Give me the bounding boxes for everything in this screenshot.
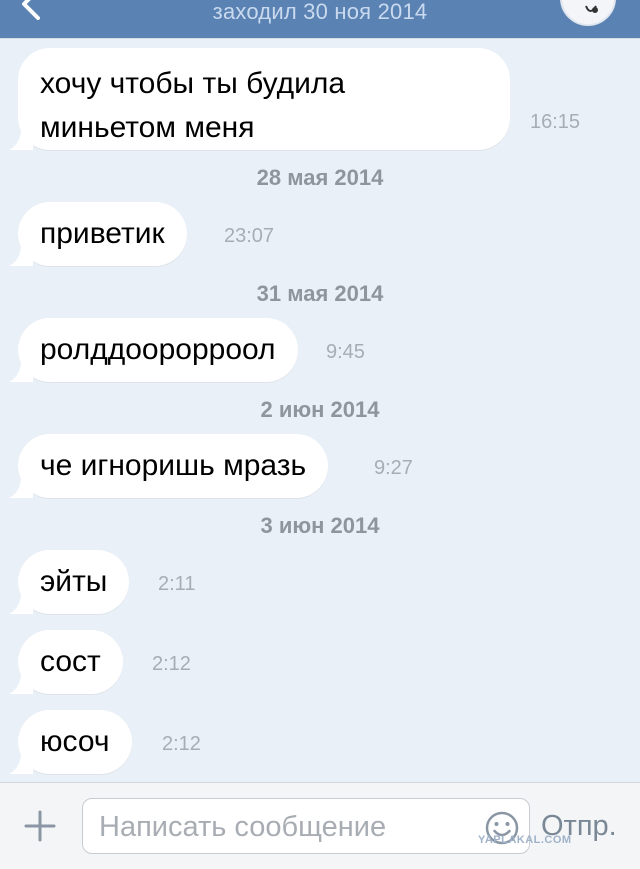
watermark: YAPLAKAL.COM [478, 834, 572, 846]
message-text: приветик [40, 217, 165, 250]
message-item: ролддоорорроол 9:45 [0, 318, 640, 388]
date-separator: 31 мая 2014 [256, 281, 384, 306]
last-seen-status: заходил 30 ноя 2014 [212, 0, 428, 24]
message-time: 16:15 [530, 111, 581, 133]
message-item: хочу чтобы ты будила миньетом меня 16:15 [0, 48, 640, 152]
message-item: приветик 23:07 [0, 202, 640, 272]
message-time: 2:12 [152, 653, 191, 675]
message-text-line: миньетом меня [40, 111, 255, 144]
date-separator: 3 июн 2014 [260, 513, 380, 538]
message-list[interactable]: хочу чтобы ты будила миньетом меня 16:15… [0, 38, 640, 782]
message-text: че игноришь мразь [40, 449, 307, 482]
bubble-tail [9, 592, 33, 614]
message-time: 9:27 [374, 457, 413, 479]
message-text: сост [40, 645, 101, 678]
date-separator: 28 мая 2014 [256, 165, 384, 190]
input-placeholder: Написать сообщение [99, 811, 387, 843]
message-bubble[interactable]: эйты [9, 550, 130, 614]
message-text-line: хочу чтобы ты будила [40, 67, 346, 100]
message-bubble[interactable]: юсоч [9, 710, 132, 774]
bubble-tail [9, 672, 33, 694]
message-item: сост 2:12 [0, 630, 640, 700]
bubble-tail [9, 476, 33, 498]
message-text: юсоч [40, 725, 110, 758]
message-input[interactable]: Написать сообщение [82, 798, 530, 854]
message-time: 2:12 [162, 733, 201, 755]
message-bubble[interactable]: ролддоорорроол [9, 318, 298, 382]
message-composer: Написать сообщение Отпр. [0, 782, 640, 869]
message-time: 2:11 [158, 573, 196, 595]
message-bubble[interactable]: сост [9, 630, 123, 694]
plus-icon[interactable] [24, 810, 56, 842]
chat-header: заходил 30 ноя 2014 [0, 0, 640, 38]
message-time: 9:45 [326, 341, 365, 363]
message-item: че игноришь мразь 9:27 [0, 434, 640, 504]
bubble-tail [9, 752, 33, 774]
message-bubble[interactable]: хочу чтобы ты будила миньетом меня [9, 48, 510, 150]
message-item: юсоч 2:12 [0, 710, 640, 780]
message-time: 23:07 [224, 225, 275, 247]
message-text: эйты [40, 565, 108, 598]
message-bubble[interactable]: че игноришь мразь [9, 434, 329, 498]
date-separator: 2 июн 2014 [260, 397, 380, 422]
bubble-tail [9, 244, 33, 266]
bubble-tail [9, 128, 33, 150]
message-item: эйты 2:11 [0, 550, 640, 620]
message-text: ролддоорорроол [40, 333, 276, 366]
bubble-tail [9, 360, 33, 382]
message-bubble[interactable]: приветик [9, 202, 187, 266]
